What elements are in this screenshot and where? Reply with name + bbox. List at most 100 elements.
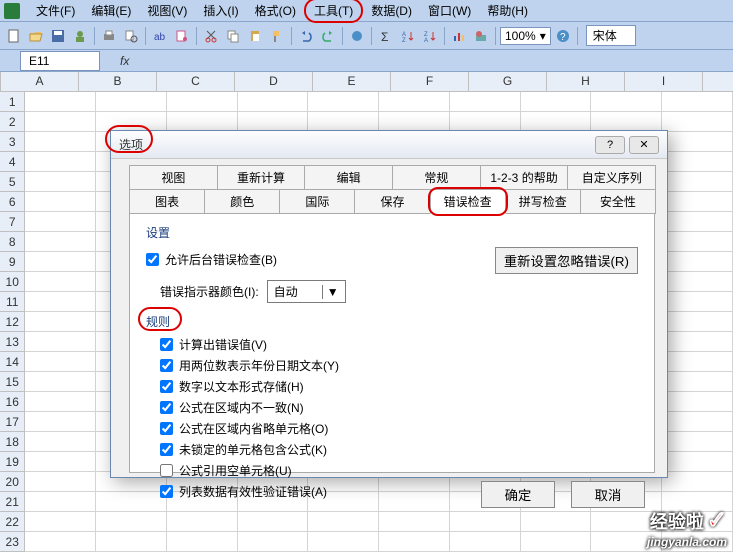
cell[interactable]	[25, 412, 96, 432]
cell[interactable]	[25, 452, 96, 472]
cell[interactable]	[662, 292, 733, 312]
sort-asc-icon[interactable]: AZ	[398, 26, 418, 46]
cell[interactable]	[308, 532, 379, 552]
rule-checkbox[interactable]	[160, 401, 173, 414]
cell[interactable]	[167, 532, 238, 552]
rule-checkbox[interactable]	[160, 485, 173, 498]
cell[interactable]	[591, 92, 662, 112]
open-icon[interactable]	[26, 26, 46, 46]
cell[interactable]	[662, 152, 733, 172]
cell[interactable]	[25, 532, 96, 552]
options-tab[interactable]: 安全性	[580, 189, 656, 214]
cell[interactable]	[591, 112, 662, 132]
row-header[interactable]: 17	[0, 412, 25, 432]
cell[interactable]	[662, 372, 733, 392]
row-header[interactable]: 23	[0, 532, 25, 552]
row-header[interactable]: 2	[0, 112, 25, 132]
cell[interactable]	[662, 132, 733, 152]
cell[interactable]	[662, 92, 733, 112]
hyperlink-icon[interactable]	[347, 26, 367, 46]
print-icon[interactable]	[99, 26, 119, 46]
cut-icon[interactable]	[201, 26, 221, 46]
copy-icon[interactable]	[223, 26, 243, 46]
cell[interactable]	[662, 212, 733, 232]
print-preview-icon[interactable]	[121, 26, 141, 46]
row-header[interactable]: 11	[0, 292, 25, 312]
row-header[interactable]: 5	[0, 172, 25, 192]
name-box[interactable]: E11	[20, 51, 100, 71]
cell[interactable]	[662, 412, 733, 432]
cell[interactable]	[25, 92, 96, 112]
cell[interactable]	[25, 192, 96, 212]
cancel-button[interactable]: 取消	[571, 481, 645, 508]
column-header[interactable]: H	[547, 72, 625, 91]
format-painter-icon[interactable]	[267, 26, 287, 46]
row-header[interactable]: 9	[0, 252, 25, 272]
cell[interactable]	[238, 112, 309, 132]
font-combo[interactable]: 宋体	[586, 25, 636, 46]
cell[interactable]	[662, 312, 733, 332]
cell[interactable]	[662, 352, 733, 372]
row-header[interactable]: 13	[0, 332, 25, 352]
cell[interactable]	[25, 492, 96, 512]
cell[interactable]	[662, 332, 733, 352]
options-tab[interactable]: 图表	[129, 189, 205, 214]
cell[interactable]	[662, 252, 733, 272]
row-header[interactable]: 10	[0, 272, 25, 292]
cell[interactable]	[662, 192, 733, 212]
autosum-icon[interactable]: Σ	[376, 26, 396, 46]
cell[interactable]	[308, 112, 379, 132]
cell[interactable]	[25, 292, 96, 312]
cell[interactable]	[662, 472, 733, 492]
cell[interactable]	[25, 472, 96, 492]
dialog-help-button[interactable]: ?	[595, 136, 625, 154]
dialog-titlebar[interactable]: 选项 ? ✕	[111, 131, 667, 159]
column-header[interactable]: G	[469, 72, 547, 91]
cell[interactable]	[379, 112, 450, 132]
cell[interactable]	[379, 532, 450, 552]
column-header[interactable]: D	[235, 72, 313, 91]
cell[interactable]	[25, 332, 96, 352]
row-header[interactable]: 8	[0, 232, 25, 252]
row-header[interactable]: 12	[0, 312, 25, 332]
menu-view[interactable]: 视图(V)	[139, 0, 195, 21]
row-header[interactable]: 3	[0, 132, 25, 152]
sort-desc-icon[interactable]: ZA	[420, 26, 440, 46]
column-header[interactable]: E	[313, 72, 391, 91]
row-header[interactable]: 16	[0, 392, 25, 412]
rule-checkbox[interactable]	[160, 422, 173, 435]
cell[interactable]	[25, 172, 96, 192]
cell[interactable]	[96, 112, 167, 132]
options-tab[interactable]: 保存	[354, 189, 430, 214]
row-header[interactable]: 18	[0, 432, 25, 452]
row-header[interactable]: 7	[0, 212, 25, 232]
options-tab[interactable]: 编辑	[304, 165, 393, 190]
cell[interactable]	[662, 452, 733, 472]
column-header[interactable]: J	[703, 72, 733, 91]
menu-edit[interactable]: 编辑(E)	[83, 0, 139, 21]
row-header[interactable]: 22	[0, 512, 25, 532]
ok-button[interactable]: 确定	[481, 481, 555, 508]
cell[interactable]	[238, 92, 309, 112]
cell[interactable]	[25, 212, 96, 232]
row-header[interactable]: 15	[0, 372, 25, 392]
help-icon[interactable]: ?	[553, 26, 573, 46]
reset-ignored-errors-button[interactable]: 重新设置忽略错误(R)	[495, 247, 638, 274]
row-header[interactable]: 19	[0, 452, 25, 472]
column-header[interactable]: I	[625, 72, 703, 91]
rule-checkbox[interactable]	[160, 338, 173, 351]
cell[interactable]	[662, 392, 733, 412]
cell[interactable]	[25, 112, 96, 132]
permission-icon[interactable]	[70, 26, 90, 46]
undo-icon[interactable]	[296, 26, 316, 46]
cell[interactable]	[25, 312, 96, 332]
new-icon[interactable]	[4, 26, 24, 46]
dialog-close-button[interactable]: ✕	[629, 136, 659, 154]
cell[interactable]	[96, 92, 167, 112]
cell[interactable]	[662, 232, 733, 252]
column-header[interactable]: C	[157, 72, 235, 91]
rule-checkbox[interactable]	[160, 464, 173, 477]
options-tab[interactable]: 1-2-3 的帮助	[480, 165, 569, 190]
column-header[interactable]: A	[1, 72, 79, 91]
cell[interactable]	[167, 112, 238, 132]
